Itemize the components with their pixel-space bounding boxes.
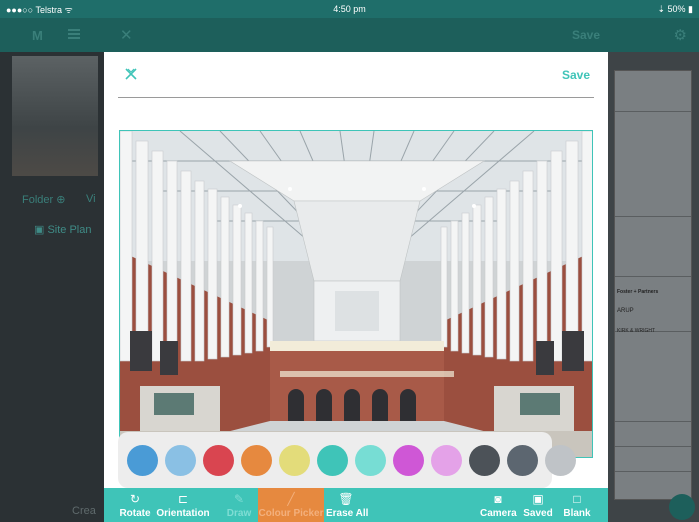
colour-swatch-1[interactable] — [127, 444, 158, 476]
app-logo-icon: M — [32, 28, 43, 43]
erase-all-label: Erase All — [326, 508, 369, 519]
orientation-icon: ⊏ — [177, 492, 189, 506]
colour-swatch-10[interactable] — [469, 444, 500, 476]
status-bar: ●●●○○ Telstra ᯤ 4:50 pm ⇣ 50% ▮ — [0, 0, 699, 18]
editor-toolbar: ↻ Rotate ⊏ Orientation ✎ Draw ╱ Colour P… — [104, 488, 608, 522]
saved-image-icon: ▣ — [532, 492, 544, 506]
menu-icon — [68, 29, 80, 39]
carrier-signal: ●●●○○ Telstra ᯤ — [6, 4, 73, 15]
colour-swatch-5[interactable] — [279, 444, 310, 476]
pencil-fab-icon — [669, 494, 695, 520]
colour-swatch-9[interactable] — [431, 444, 462, 476]
close-icon[interactable] — [124, 66, 138, 86]
clock: 4:50 pm — [333, 4, 366, 14]
background-thumbnail — [12, 56, 98, 176]
colour-picker-button[interactable]: ╱ Colour Picker — [258, 488, 324, 522]
background-view-tab: Vi — [86, 193, 96, 205]
pencil-icon: ✎ — [233, 492, 245, 506]
camera-button[interactable]: ◙ Camera — [480, 488, 517, 522]
colour-swatch-11[interactable] — [507, 444, 538, 476]
folder-label: Folder — [22, 194, 54, 206]
erase-all-button[interactable]: 🗑 Erase All — [326, 488, 369, 522]
rotate-icon: ↻ — [129, 492, 141, 506]
trash-icon: 🗑 — [338, 492, 354, 506]
drawing-firm-1: Foster + Partners — [617, 289, 659, 295]
background-close-icon: ✕ — [120, 27, 133, 44]
background-save-button: Save — [571, 28, 600, 42]
colour-swatch-8[interactable] — [393, 444, 424, 476]
camera-label: Camera — [480, 508, 517, 519]
colour-palette — [118, 432, 576, 488]
battery-indicator: ⇣ 50% ▮ — [657, 3, 693, 14]
save-button[interactable]: Save — [562, 68, 590, 82]
colour-swatch-12[interactable] — [545, 444, 576, 476]
header-divider — [118, 97, 594, 98]
colour-swatch-4[interactable] — [241, 444, 272, 476]
camera-icon: ◙ — [494, 492, 502, 506]
gear-icon: ⚙ — [673, 27, 687, 44]
drawing-firm-3: KIRK & WRIGHT — [617, 328, 656, 334]
drawing-firm-2: ARUP — [617, 308, 634, 314]
background-site-plan-item: ▣ Site Plan — [34, 224, 92, 236]
saved-button[interactable]: ▣ Saved — [522, 488, 554, 522]
blank-button[interactable]: □ Blank — [562, 488, 592, 522]
colour-picker-icon: ╱ — [287, 492, 295, 506]
colour-swatch-6[interactable] — [317, 444, 348, 476]
colour-swatch-2[interactable] — [165, 444, 196, 476]
saved-label: Saved — [523, 508, 553, 519]
background-drawing-sheet: Foster + Partners ARUP KIRK & WRIGHT — [614, 70, 692, 500]
atrium-photo — [120, 131, 592, 457]
photo-canvas[interactable] — [119, 130, 593, 458]
blank-label: Blank — [563, 508, 591, 519]
orientation-button[interactable]: ⊏ Orientation — [156, 488, 210, 522]
background-create-button: Crea — [72, 505, 96, 517]
background-folder-tab: Folder ⊕ — [22, 194, 66, 206]
rotate-label: Rotate — [119, 508, 151, 519]
site-plan-label: Site Plan — [47, 224, 92, 236]
colour-picker-label: Colour Picker — [258, 508, 324, 519]
draw-button[interactable]: ✎ Draw — [224, 488, 254, 522]
photo-editor-dialog: Save — [104, 52, 608, 488]
colour-swatch-7[interactable] — [355, 444, 386, 476]
orientation-label: Orientation — [156, 508, 210, 519]
rotate-button[interactable]: ↻ Rotate — [118, 488, 152, 522]
blank-page-icon: □ — [573, 492, 581, 506]
draw-label: Draw — [226, 508, 252, 519]
background-modal-header: ✕ Save — [98, 18, 612, 52]
colour-swatch-3[interactable] — [203, 444, 234, 476]
